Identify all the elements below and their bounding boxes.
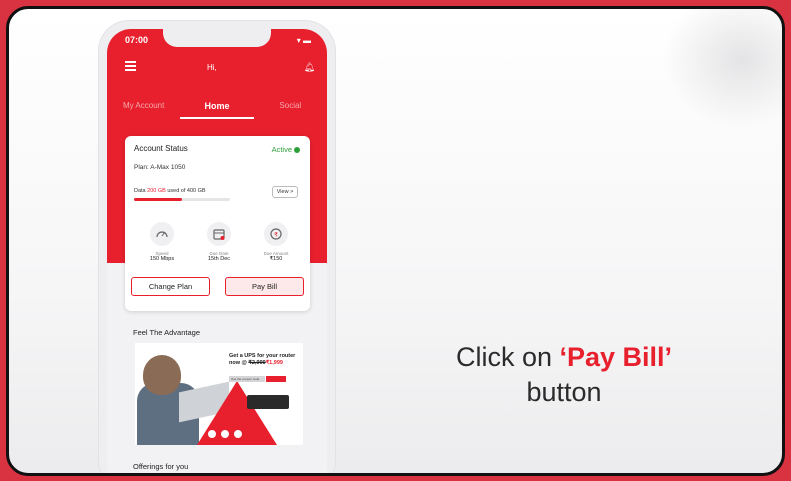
calendar-icon bbox=[207, 222, 231, 246]
stat-due-date: Due Date 15th Dec bbox=[191, 222, 247, 262]
promo-line2-prefix: now @ bbox=[229, 360, 249, 366]
status-text: Active bbox=[271, 145, 292, 154]
account-status-card: Account Status Active Plan: A-Max 1050 D… bbox=[125, 136, 310, 311]
bell-icon[interactable]: 🔔︎ bbox=[304, 62, 315, 73]
data-usage-bar bbox=[134, 198, 230, 201]
stat-due-amount: ₹ Due Amount ₹150 bbox=[248, 222, 304, 262]
feature-chips bbox=[207, 429, 243, 439]
instruction-prefix: Click on bbox=[455, 342, 560, 372]
plan-name: Plan: A-Max 1050 bbox=[134, 164, 186, 171]
stat-value: ₹150 bbox=[269, 256, 283, 262]
status-badge: Active bbox=[272, 145, 300, 154]
person-head-illustration bbox=[143, 355, 181, 395]
tab-my-account[interactable]: My Account bbox=[107, 93, 180, 119]
tab-home[interactable]: Home bbox=[180, 93, 254, 119]
data-suffix: used of 400 GB bbox=[165, 188, 206, 194]
ups-promo-banner[interactable]: Get a UPS for your router now @ ₹2,999₹1… bbox=[135, 343, 303, 445]
rupee-icon: ₹ bbox=[264, 222, 288, 246]
speed-gauge-icon bbox=[150, 222, 174, 246]
coupon-label: Use the coupon code bbox=[229, 376, 265, 382]
greeting: Hi, bbox=[207, 63, 217, 72]
promo-text: Get a UPS for your router now @ ₹2,999₹1… bbox=[229, 353, 303, 367]
stats-row: Speed 150 Mbps Due Date 15th Dec ₹ Due A… bbox=[134, 222, 304, 262]
feature-chip-icon bbox=[220, 429, 230, 439]
tab-social[interactable]: Social bbox=[254, 93, 327, 119]
phone-notch bbox=[163, 29, 271, 47]
instruction-suffix: button bbox=[526, 377, 602, 407]
change-plan-button[interactable]: Change Plan bbox=[131, 277, 210, 296]
action-buttons: Change Plan Pay Bill bbox=[131, 277, 304, 296]
feature-chip-icon bbox=[207, 429, 217, 439]
coupon-code-box bbox=[266, 376, 286, 382]
stat-speed: Speed 150 Mbps bbox=[134, 222, 190, 262]
video-frame: 07:00 ▾ ▬ Hi, 🔔︎ My Account Home Social … bbox=[6, 6, 785, 476]
status-time: 07:00 bbox=[125, 35, 149, 45]
stat-value: 150 Mbps bbox=[149, 256, 175, 262]
data-usage-fill bbox=[134, 198, 182, 201]
new-price: ₹1,999 bbox=[265, 360, 283, 366]
account-status-title: Account Status bbox=[134, 144, 188, 153]
feature-chip-icon bbox=[233, 429, 243, 439]
svg-text:₹: ₹ bbox=[274, 232, 278, 239]
tab-bar: My Account Home Social bbox=[107, 93, 327, 119]
phone-mockup: 07:00 ▾ ▬ Hi, 🔔︎ My Account Home Social … bbox=[99, 21, 335, 473]
active-dot-icon bbox=[294, 147, 300, 154]
data-usage-text: Data 200 GB used of 400 GB bbox=[134, 188, 206, 194]
instruction-highlight: ‘Pay Bill’ bbox=[559, 342, 673, 372]
data-used: 200 GB bbox=[147, 188, 166, 194]
pay-bill-button[interactable]: Pay Bill bbox=[225, 277, 304, 296]
signal-battery-icon: ▾ ▬ bbox=[296, 36, 311, 45]
hamburger-menu-icon[interactable] bbox=[125, 61, 136, 71]
stat-value: 15th Dec bbox=[207, 256, 230, 262]
advantage-title: Feel The Advantage bbox=[133, 328, 200, 337]
phone-screen: 07:00 ▾ ▬ Hi, 🔔︎ My Account Home Social … bbox=[107, 29, 327, 473]
instruction-caption: Click on ‘Pay Bill’ button bbox=[429, 340, 699, 410]
promo-line1: Get a UPS for your router bbox=[229, 353, 296, 359]
data-prefix: Data bbox=[134, 188, 148, 194]
old-price: ₹2,999 bbox=[248, 360, 266, 366]
view-button[interactable]: View > bbox=[272, 186, 298, 198]
router-illustration bbox=[247, 395, 289, 409]
offerings-title: Offerings for you bbox=[133, 462, 189, 471]
